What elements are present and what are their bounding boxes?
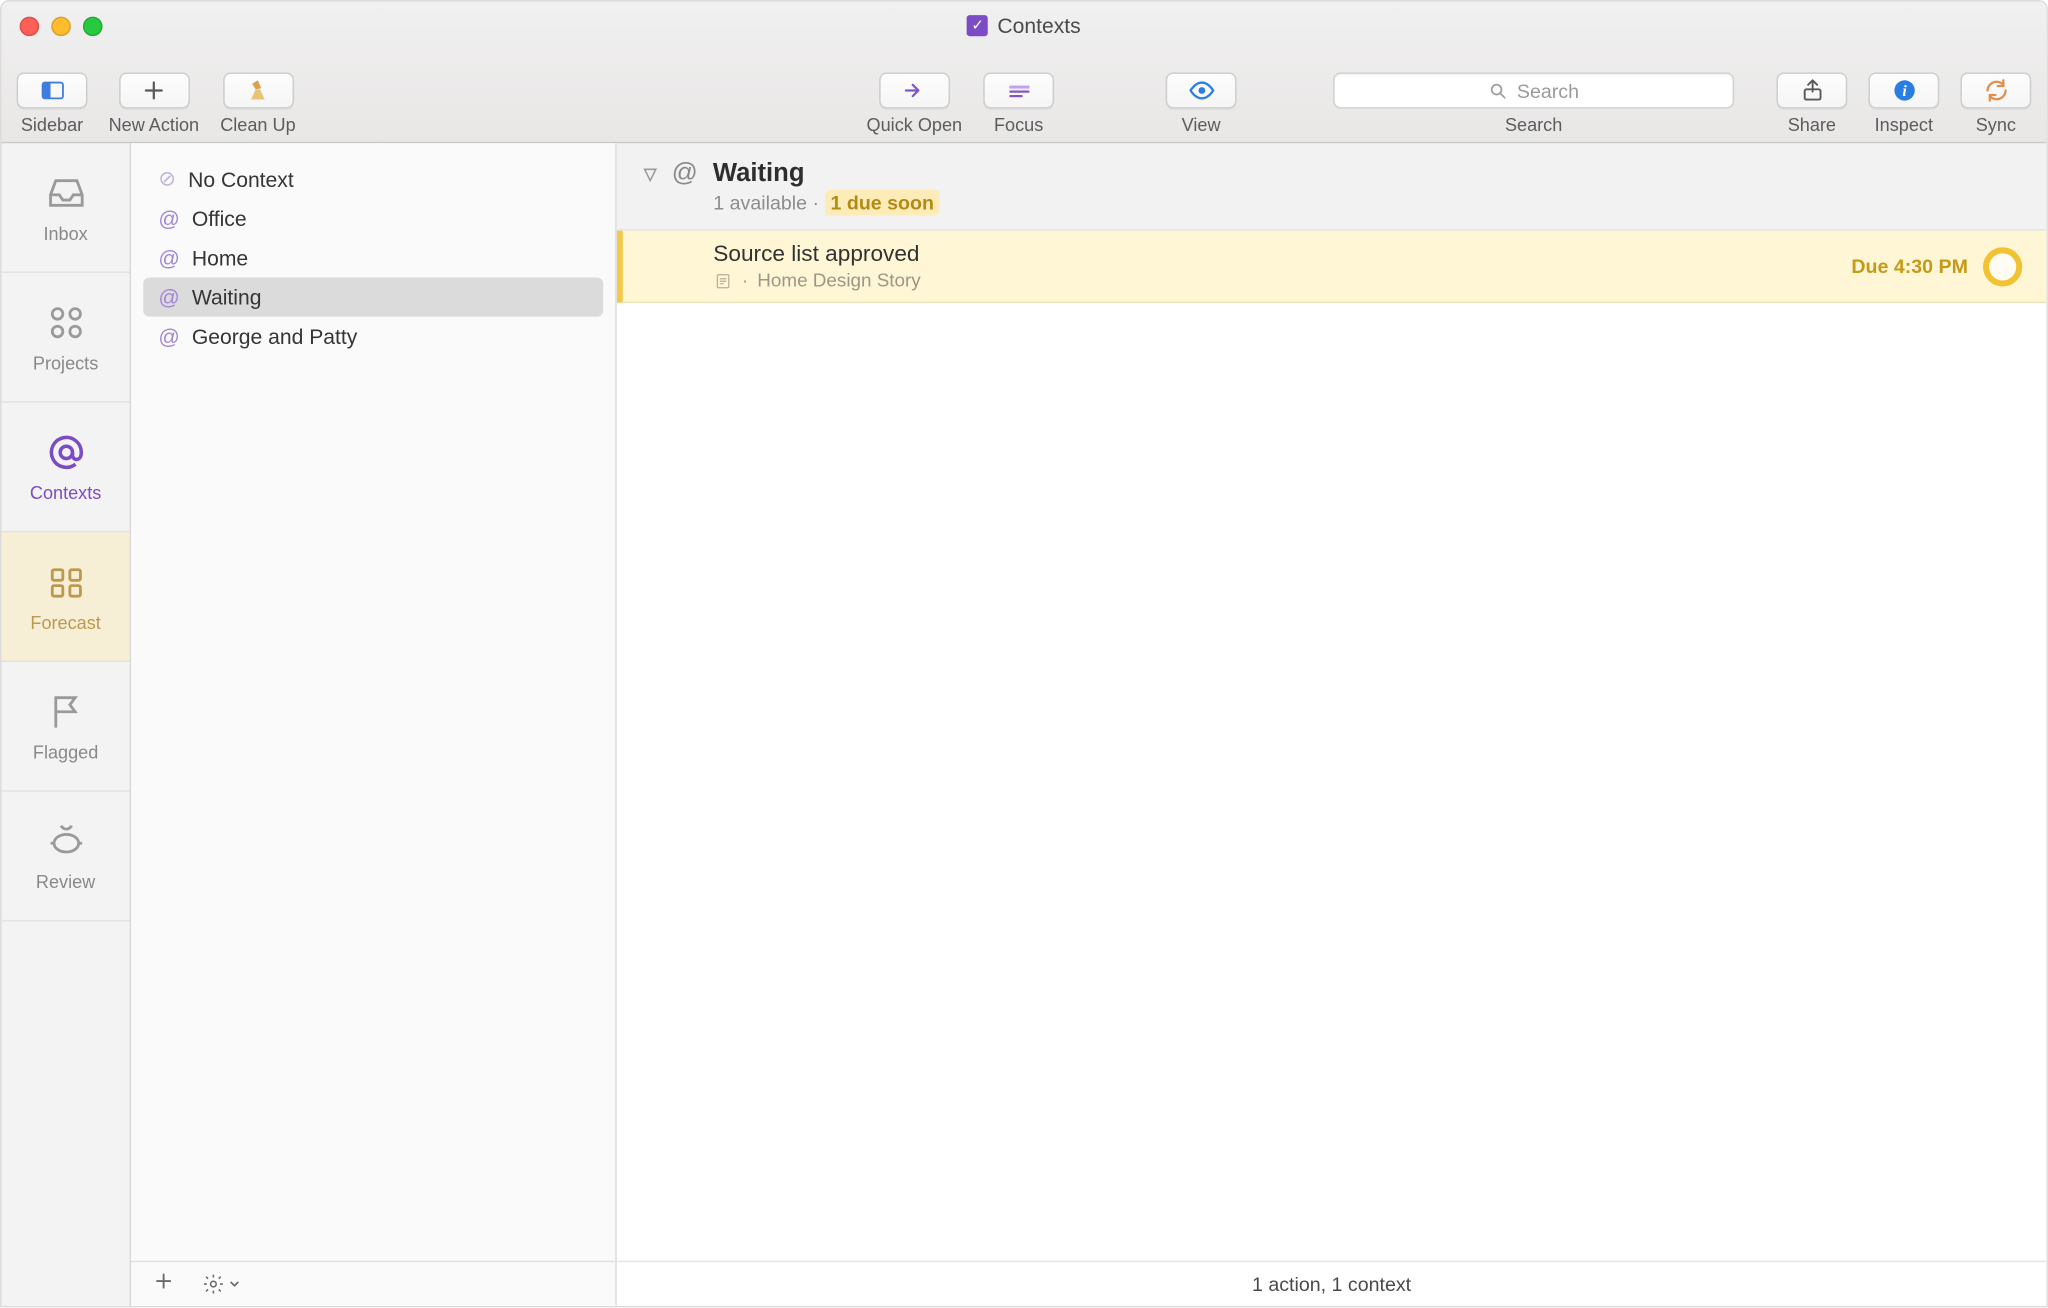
share-label: Share	[1788, 115, 1836, 136]
new-action-button[interactable]	[118, 72, 189, 108]
settings-menu-button[interactable]	[202, 1273, 241, 1296]
app-icon: ✓	[967, 15, 988, 36]
broom-icon	[244, 77, 271, 104]
disclosure-triangle[interactable]: ▽	[644, 164, 657, 184]
sync-button[interactable]	[1960, 72, 2031, 108]
body: Inbox Projects Contexts Forecast Flagged…	[2, 143, 2047, 1306]
window-title: ✓ Contexts	[2, 14, 2047, 38]
window-title-text: Contexts	[997, 14, 1080, 38]
search-placeholder: Search	[1517, 79, 1579, 102]
quick-open-icon	[901, 77, 928, 104]
search-icon	[1488, 81, 1508, 101]
plus-icon	[152, 1269, 175, 1292]
context-list-pane: ⊘ No Context @ Office @ Home @ Waiting @ George a…	[131, 143, 617, 1306]
context-item[interactable]: @ Waiting	[143, 277, 603, 316]
titlebar: ✓ Contexts Sidebar New Action Clean U	[2, 2, 2047, 144]
perspective-review-label: Review	[36, 871, 95, 892]
status-text: 1 action, 1 context	[1252, 1273, 1411, 1296]
context-item[interactable]: @ Home	[143, 238, 603, 277]
sidebar-toggle-button[interactable]	[17, 72, 88, 108]
context-item-label: Home	[192, 246, 248, 270]
new-action-label: New Action	[109, 115, 200, 136]
add-context-button[interactable]	[152, 1269, 175, 1299]
context-item-label: George and Patty	[192, 324, 358, 348]
available-count: 1 available	[713, 192, 807, 215]
eye-icon	[1188, 77, 1215, 104]
group-title: Waiting	[713, 158, 805, 188]
inbox-icon	[44, 171, 86, 213]
perspective-projects[interactable]: Projects	[2, 273, 130, 403]
perspective-contexts-label: Contexts	[30, 482, 101, 503]
task-due: Due 4:30 PM	[1851, 255, 1968, 278]
inspect-button[interactable]: i	[1868, 72, 1939, 108]
context-item[interactable]: ⊘ No Context	[143, 158, 603, 199]
perspective-contexts[interactable]: Contexts	[2, 403, 130, 533]
context-item[interactable]: @ Office	[143, 199, 603, 238]
perspective-inbox[interactable]: Inbox	[2, 143, 130, 273]
plus-icon	[140, 77, 167, 104]
task-title: Source list approved	[713, 241, 1851, 267]
perspective-projects-label: Projects	[33, 352, 98, 373]
focus-button[interactable]	[983, 72, 1054, 108]
context-item-label: Waiting	[192, 285, 262, 309]
sidebar-icon	[38, 77, 65, 104]
due-soon-chip: 1 due soon	[824, 190, 940, 216]
inspect-label: Inspect	[1875, 115, 1933, 136]
perspective-sidebar: Inbox Projects Contexts Forecast Flagged…	[2, 143, 132, 1306]
chevron-down-icon	[228, 1277, 242, 1291]
share-button[interactable]	[1776, 72, 1847, 108]
at-icon: @	[672, 158, 698, 188]
projects-icon	[44, 301, 86, 343]
toolbar: Sidebar New Action Clean Up Quick Open	[2, 72, 2047, 135]
focus-label: Focus	[994, 115, 1043, 136]
perspective-flagged-label: Flagged	[33, 741, 98, 762]
task-checkbox[interactable]	[1983, 247, 2022, 286]
no-context-icon: ⊘	[158, 166, 176, 192]
context-list: ⊘ No Context @ Office @ Home @ Waiting @ George a…	[131, 143, 615, 1260]
note-icon	[713, 271, 733, 291]
at-icon: @	[158, 246, 179, 270]
clean-up-label: Clean Up	[220, 115, 295, 136]
perspective-forecast-label: Forecast	[30, 611, 100, 632]
app-window: ✓ Contexts Sidebar New Action Clean U	[0, 0, 2048, 1307]
context-item[interactable]: @ George and Patty	[143, 317, 603, 356]
sync-label: Sync	[1976, 115, 2016, 136]
quick-open-button[interactable]	[879, 72, 950, 108]
at-icon	[44, 431, 86, 473]
context-item-label: No Context	[188, 167, 294, 191]
share-icon	[1798, 77, 1825, 104]
review-icon	[44, 820, 86, 862]
task-project: Home Design Story	[757, 270, 920, 291]
search-input[interactable]: Search	[1333, 72, 1734, 108]
view-button[interactable]	[1166, 72, 1237, 108]
perspective-review[interactable]: Review	[2, 792, 130, 922]
perspective-forecast[interactable]: Forecast	[2, 532, 130, 662]
at-icon: @	[158, 324, 179, 348]
quick-open-label: Quick Open	[867, 115, 963, 136]
separator-dot: ·	[742, 270, 748, 291]
at-icon: @	[158, 285, 179, 309]
main-pane: ▽ @ Waiting 1 available · 1 due soon Sou…	[617, 143, 2047, 1306]
sync-icon	[1982, 77, 2009, 104]
task-list: Source list approved · Home Design Story…	[617, 231, 2047, 303]
context-group-header: ▽ @ Waiting 1 available · 1 due soon	[617, 143, 2047, 230]
task-row[interactable]: Source list approved · Home Design Story…	[617, 231, 2047, 303]
perspective-flagged[interactable]: Flagged	[2, 662, 130, 792]
clean-up-button[interactable]	[223, 72, 294, 108]
at-icon: @	[158, 207, 179, 231]
context-footer	[131, 1261, 615, 1306]
view-label: View	[1182, 115, 1221, 136]
flag-icon	[44, 690, 86, 732]
gear-icon	[202, 1273, 225, 1296]
search-label: Search	[1505, 115, 1562, 136]
info-icon: i	[1890, 77, 1917, 104]
sidebar-label: Sidebar	[21, 115, 83, 136]
focus-icon	[1005, 77, 1032, 104]
forecast-icon	[44, 560, 86, 602]
context-item-label: Office	[192, 207, 247, 231]
perspective-inbox-label: Inbox	[43, 222, 87, 243]
svg-text:i: i	[1902, 83, 1907, 100]
separator-dot: ·	[812, 192, 824, 215]
status-bar: 1 action, 1 context	[617, 1261, 2047, 1306]
